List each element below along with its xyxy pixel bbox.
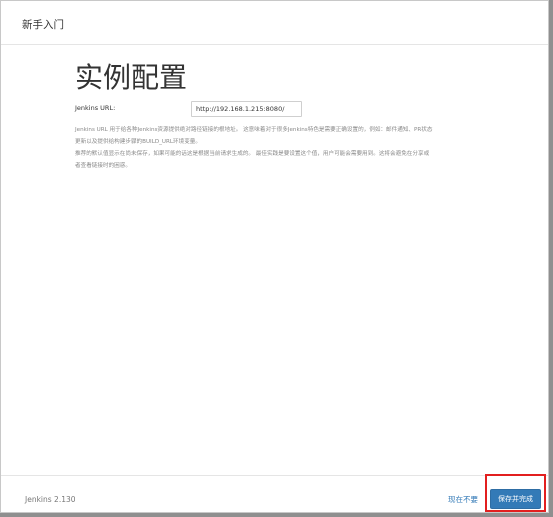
dialog-header: 新手入门 bbox=[1, 1, 548, 45]
page-title: 实例配置 bbox=[75, 61, 188, 94]
save-and-finish-button[interactable]: 保存并完成 bbox=[490, 489, 541, 509]
jenkins-version: Jenkins 2.130 bbox=[25, 495, 76, 504]
jenkins-url-row: Jenkins URL: bbox=[75, 101, 495, 121]
help-line-3: 推荐的默认值显示在尚未保存，如果可能的话这是根据当前请求生成的。 最佳实践是要设… bbox=[75, 151, 430, 157]
help-line-2: 更新以及提供给构建步骤的BUILD_URL环境变量。 bbox=[75, 139, 201, 145]
skip-link[interactable]: 现在不要 bbox=[448, 494, 478, 505]
dialog-title: 新手入门 bbox=[22, 19, 64, 31]
jenkins-url-help-text: Jenkins URL 用于给各种Jenkins资源提供绝对路径链接的根地址。 … bbox=[75, 124, 495, 172]
setup-wizard-dialog: 新手入门 实例配置 Jenkins URL: Jenkins URL 用于给各种… bbox=[0, 0, 549, 513]
jenkins-url-label: Jenkins URL: bbox=[75, 104, 116, 112]
help-line-1: Jenkins URL 用于给各种Jenkins资源提供绝对路径链接的根地址。 … bbox=[75, 127, 433, 133]
jenkins-url-input[interactable] bbox=[191, 101, 302, 117]
instance-config-content: 实例配置 Jenkins URL: Jenkins URL 用于给各种Jenki… bbox=[75, 61, 495, 169]
help-line-4: 者查看链接时的困惑。 bbox=[75, 163, 131, 169]
dialog-footer: Jenkins 2.130 现在不要 保存并完成 bbox=[1, 475, 548, 513]
